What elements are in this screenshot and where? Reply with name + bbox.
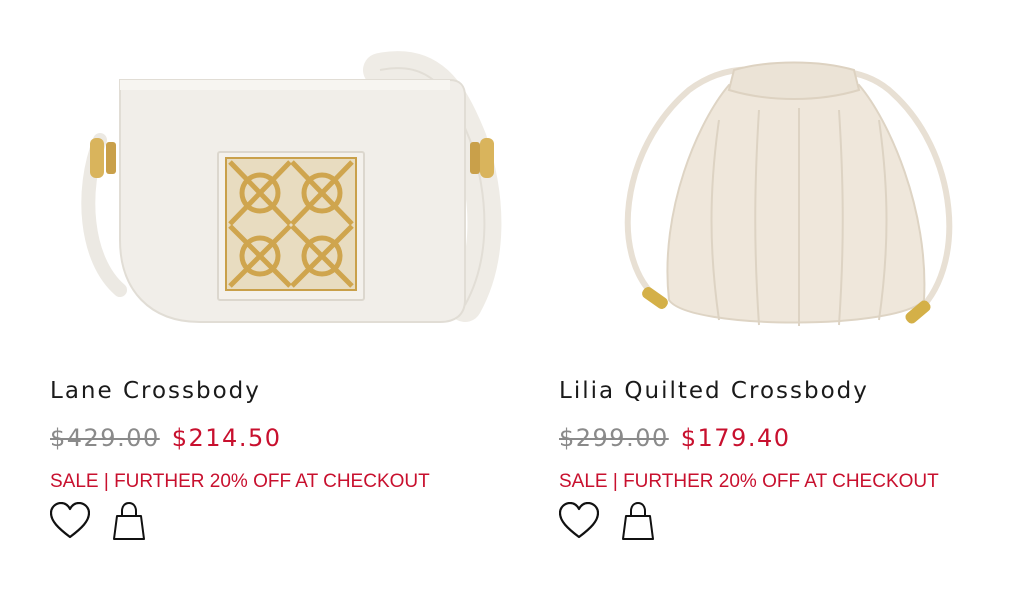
heart-icon (49, 501, 91, 539)
white-flap-crossbody-bag-image (81, 51, 502, 323)
add-to-bag-button[interactable] (621, 501, 655, 542)
promo-text: SALE | FURTHER 20% OFF AT CHECKOUT (50, 471, 430, 492)
wishlist-button[interactable] (558, 501, 600, 542)
original-price: $299.00 (559, 424, 669, 452)
product-actions (558, 501, 679, 544)
sale-price: $179.40 (680, 424, 791, 452)
wishlist-button[interactable] (49, 501, 91, 542)
product-card-lane-crossbody: Lane Crossbody $429.00 $214.50 SALE | FUR… (49, 0, 520, 591)
cream-drawstring-quilted-bag-image (624, 61, 953, 326)
add-to-bag-button[interactable] (112, 501, 146, 542)
original-price: $429.00 (50, 424, 160, 452)
promo-text: SALE | FURTHER 20% OFF AT CHECKOUT (559, 471, 939, 492)
shopping-bag-icon (113, 501, 145, 540)
product-title[interactable]: Lane Crossbody (50, 378, 261, 404)
price-row: $429.00 $214.50 (50, 424, 282, 452)
product-card-lilia-quilted-crossbody: Lilia Quilted Crossbody $299.00 $179.40 S… (558, 0, 1024, 591)
product-image-lane-crossbody[interactable] (50, 30, 510, 350)
price-row: $299.00 $179.40 (559, 424, 791, 452)
product-image-lilia-quilted-crossbody[interactable] (559, 30, 1019, 350)
product-title[interactable]: Lilia Quilted Crossbody (559, 378, 869, 404)
sale-price: $214.50 (171, 424, 282, 452)
heart-icon (558, 501, 600, 539)
product-grid: Lane Crossbody $429.00 $214.50 SALE | FUR… (0, 0, 1024, 591)
product-actions (49, 501, 170, 544)
shopping-bag-icon (622, 501, 654, 540)
